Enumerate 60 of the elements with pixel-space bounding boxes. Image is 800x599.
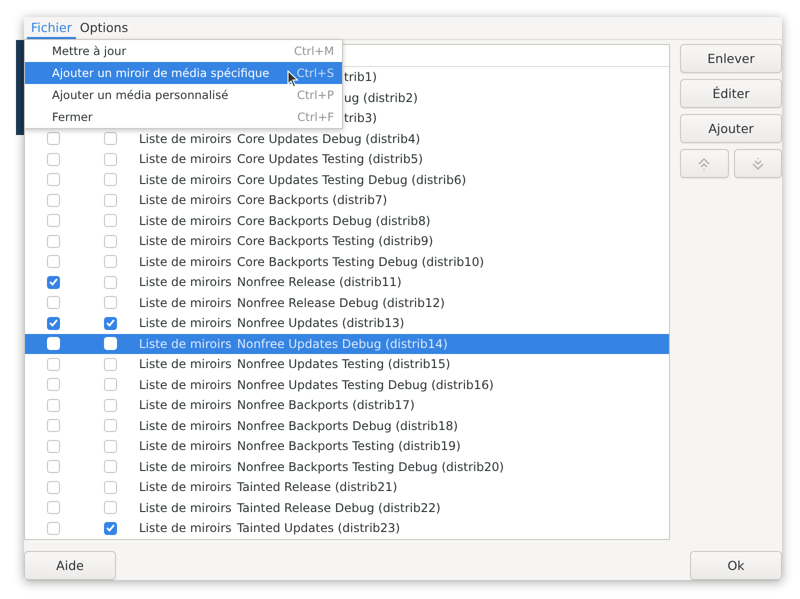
media-type: Liste de miroirs [139, 234, 233, 248]
menu-item-label: Ajouter un média personnalisé [52, 88, 228, 102]
media-name: Core Updates Testing (distrib5) [237, 152, 423, 166]
media-name: Core Backports Debug (distrib8) [237, 214, 430, 228]
media-type: Liste de miroirs [139, 500, 233, 515]
menu-item[interactable]: Fermer Ctrl+F [25, 106, 342, 128]
media-type: Liste de miroirs [139, 336, 233, 351]
media-name: Core Backports Testing Debug (distrib10) [237, 254, 484, 269]
media-name: Nonfree Backports Testing (distrib19) [237, 439, 461, 454]
media-name: Nonfree Backports (distrib17) [237, 398, 415, 412]
media-name: trib1) [344, 70, 377, 84]
media-type: Liste de miroirs [139, 521, 233, 536]
media-type: Liste de miroirs [139, 275, 233, 290]
media-type: Liste de miroirs [139, 460, 233, 474]
menu-title[interactable]: Options [76, 17, 132, 39]
media-type: Liste de miroirs [139, 418, 233, 433]
action-button[interactable]: Ajouter [680, 114, 782, 143]
media-type: Liste de miroirs [139, 132, 233, 146]
menu-item[interactable]: Ajouter un miroir de média spécifique Ctrl+S [25, 62, 342, 84]
media-name: Core Backports (distrib7) [237, 193, 388, 208]
media-name: Core Updates Testing Debug (distrib6) [237, 172, 466, 187]
media-type: Liste de miroirs [139, 480, 233, 494]
shortcut-text: Ctrl+S [296, 66, 334, 80]
menu-item-label: Fermer [52, 110, 93, 124]
menu-item-label: Mettre à jour [52, 44, 126, 58]
dialog-button[interactable]: Ok [690, 551, 782, 580]
media-type: Liste de miroirs [139, 214, 233, 228]
media-type: Liste de miroirs [139, 296, 233, 310]
media-name: Core Updates Debug (distrib4) [237, 132, 420, 146]
media-name: Tainted Release Debug (distrib22) [237, 500, 441, 515]
media-type: Liste de miroirs [139, 378, 233, 392]
media-name: Nonfree Backports Testing Debug (distrib20) [237, 460, 504, 474]
media-type: Liste de miroirs [139, 316, 233, 330]
media-name: Core Backports Testing (distrib9) [237, 234, 434, 248]
media-name: trib3) [344, 111, 377, 126]
media-type: Liste de miroirs [139, 172, 233, 187]
media-name: Tainted Release (distrib21) [237, 480, 398, 494]
media-name: Nonfree Updates Debug (distrib14) [237, 336, 448, 351]
media-name: ug (distrib2) [344, 90, 418, 105]
media-type: Liste de miroirs [139, 439, 233, 454]
media-name: Nonfree Release (distrib11) [237, 275, 402, 290]
shortcut-text: Ctrl+P [296, 88, 334, 102]
media-name: Nonfree Updates (distrib13) [237, 316, 404, 330]
media-name: Tainted Updates (distrib23) [237, 521, 400, 536]
dialog-button[interactable]: Aide [24, 551, 116, 580]
media-type: Liste de miroirs [139, 152, 233, 166]
media-name: Nonfree Updates Testing (distrib15) [237, 357, 450, 372]
action-button[interactable]: Éditer [680, 79, 782, 108]
menu-item[interactable]: Mettre à jour Ctrl+M [25, 40, 342, 62]
media-type: Liste de miroirs [139, 357, 233, 372]
media-name: Nonfree Updates Testing Debug (distrib16) [237, 378, 494, 392]
media-name: Nonfree Backports Debug (distrib18) [237, 418, 458, 433]
shortcut-text: Ctrl+F [297, 110, 334, 124]
media-type: Liste de miroirs [139, 398, 233, 412]
media-type: Liste de miroirs [139, 254, 233, 269]
shortcut-text: Ctrl+M [294, 44, 334, 58]
media-type: Liste de miroirs [139, 193, 233, 208]
action-button[interactable]: Enlever [680, 44, 782, 73]
menu-item-label: Ajouter un miroir de média spécifique [52, 66, 270, 80]
media-name: Nonfree Release Debug (distrib12) [237, 296, 445, 310]
